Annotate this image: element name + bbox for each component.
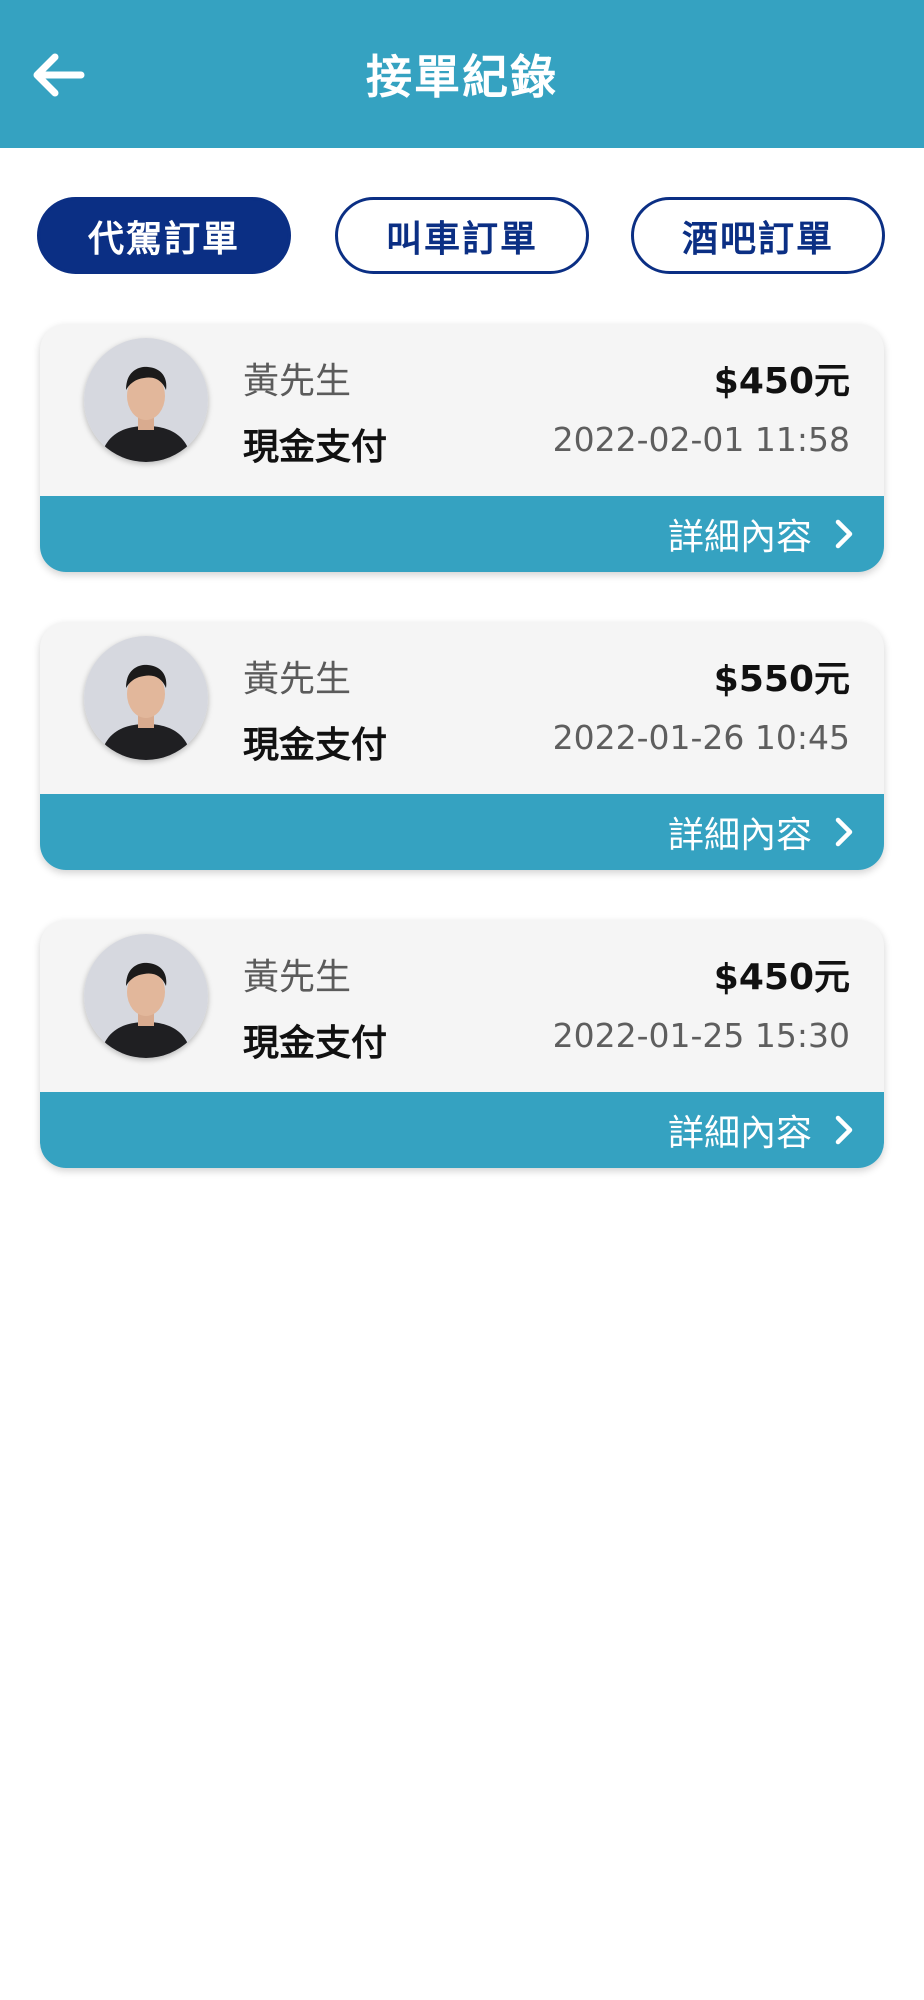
order-datetime: 2022-02-01 11:58 — [552, 420, 850, 459]
order-card: 黃先生 現金支付 $450元 2022-02-01 11:58 詳細內容 — [40, 324, 884, 572]
customer-name: 黃先生 — [243, 361, 352, 402]
tab-taxi[interactable]: 叫車訂單 — [335, 197, 589, 274]
payment-method: 現金支付 — [243, 1023, 388, 1064]
payment-method: 現金支付 — [243, 725, 388, 766]
order-amount: $450元 — [713, 361, 850, 402]
details-button[interactable]: 詳細內容 — [40, 794, 884, 870]
order-card: 黃先生 現金支付 $450元 2022-01-25 15:30 詳細內容 — [40, 920, 884, 1168]
details-label: 詳細內容 — [667, 517, 812, 558]
order-amount: $450元 — [713, 957, 850, 998]
chevron-right-icon — [835, 519, 853, 549]
tab-bar[interactable]: 酒吧訂單 — [631, 197, 885, 274]
customer-name: 黃先生 — [243, 957, 352, 998]
order-datetime: 2022-01-25 15:30 — [552, 1016, 850, 1055]
order-card: 黃先生 現金支付 $550元 2022-01-26 10:45 詳細內容 — [40, 622, 884, 870]
back-button[interactable] — [28, 44, 90, 106]
avatar — [84, 636, 208, 760]
page-title: 接單紀錄 — [366, 50, 558, 104]
details-button[interactable]: 詳細內容 — [40, 496, 884, 572]
payment-method: 現金支付 — [243, 427, 388, 468]
order-datetime: 2022-01-26 10:45 — [552, 718, 850, 757]
tab-designated-driver[interactable]: 代駕訂單 — [37, 197, 291, 274]
details-label: 詳細內容 — [667, 1113, 812, 1154]
order-type-tabs: 代駕訂單 叫車訂單 酒吧訂單 — [0, 197, 924, 274]
avatar — [84, 934, 208, 1058]
arrow-left-icon — [33, 53, 85, 97]
details-label: 詳細內容 — [667, 815, 812, 856]
details-button[interactable]: 詳細內容 — [40, 1092, 884, 1168]
avatar — [84, 338, 208, 462]
chevron-right-icon — [835, 1115, 853, 1145]
customer-name: 黃先生 — [243, 659, 352, 700]
app-header: 接單紀錄 — [0, 0, 924, 148]
chevron-right-icon — [835, 817, 853, 847]
order-amount: $550元 — [713, 659, 850, 700]
